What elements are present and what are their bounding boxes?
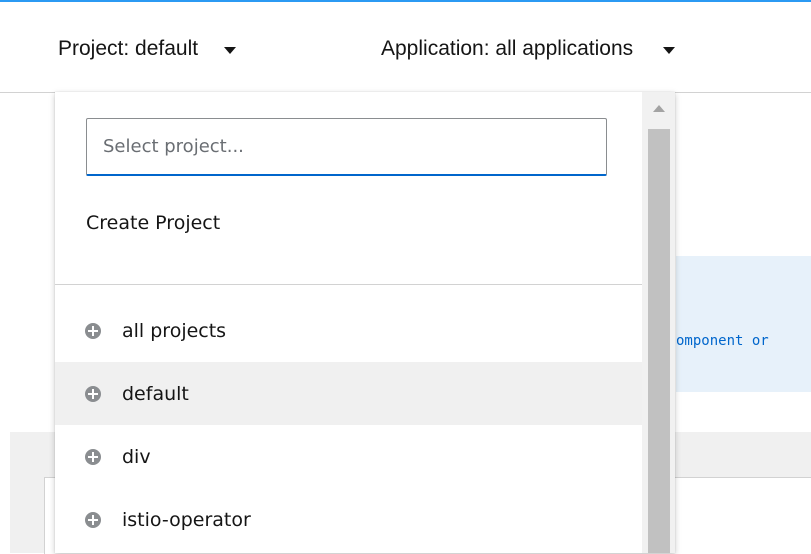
- application-selector-label: Application: all applications: [381, 37, 634, 60]
- info-alert: [676, 256, 811, 392]
- project-dropdown-menu: Create Project all projects default div …: [55, 92, 675, 553]
- project-item-label: div: [122, 445, 151, 468]
- info-alert-text: omponent or: [676, 333, 769, 349]
- project-search-input[interactable]: [86, 118, 607, 176]
- caret-down-icon: [224, 47, 237, 54]
- application-selector[interactable]: Application: all applications: [381, 37, 676, 61]
- context-toolbar: Project: default Application: all applic…: [0, 2, 811, 93]
- plus-circle-icon: [85, 511, 101, 528]
- menu-divider: [55, 284, 642, 285]
- project-item-default[interactable]: default: [55, 362, 642, 425]
- create-project-link[interactable]: Create Project: [86, 212, 220, 234]
- project-item-istio-operator[interactable]: istio-operator: [55, 488, 642, 551]
- project-selector-label: Project: default: [58, 37, 199, 60]
- caret-down-icon: [663, 47, 676, 54]
- scrollbar-thumb[interactable]: [648, 129, 670, 553]
- project-item-label: all projects: [122, 319, 227, 342]
- project-item-label: default: [122, 382, 189, 405]
- project-selector[interactable]: Project: default: [58, 37, 237, 61]
- plus-circle-icon: [85, 322, 101, 339]
- plus-circle-icon: [85, 385, 101, 402]
- scroll-up-arrow-icon[interactable]: [653, 105, 665, 112]
- project-item-all-projects[interactable]: all projects: [55, 299, 642, 362]
- project-item-div[interactable]: div: [55, 425, 642, 488]
- project-item-label: istio-operator: [122, 508, 251, 531]
- dropdown-scrollbar[interactable]: [642, 92, 675, 553]
- plus-circle-icon: [85, 448, 101, 465]
- project-list: all projects default div istio-operator: [55, 299, 642, 551]
